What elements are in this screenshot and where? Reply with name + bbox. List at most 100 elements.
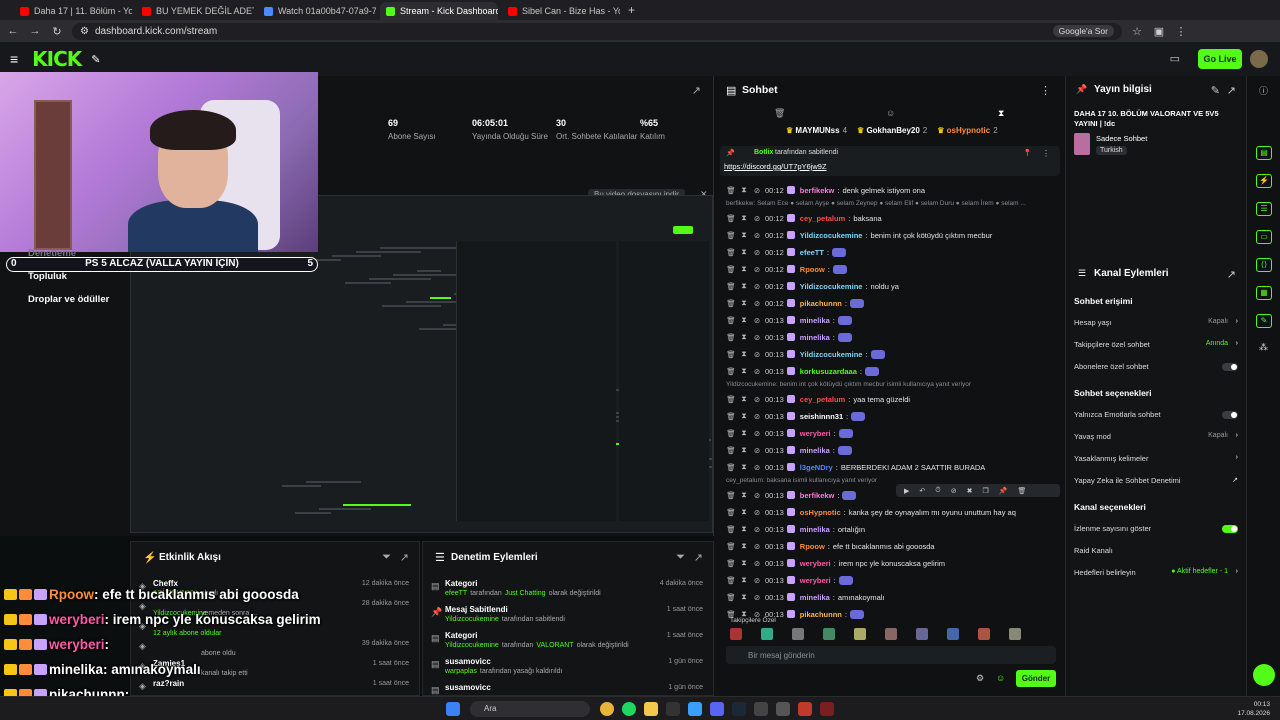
ban-icon[interactable]: ⊘ [752,282,762,291]
timeout-icon[interactable]: ⧗ [739,332,749,342]
app-icon[interactable] [688,702,702,716]
chrome-icon[interactable] [600,702,614,716]
emoji-icon[interactable]: ☺ [996,673,1005,683]
message-user[interactable]: Rpoow [800,542,825,551]
emote-icon[interactable]: ☺ [886,108,895,118]
new-tab-icon[interactable]: + [628,3,635,17]
timeout-icon[interactable]: ⧗ [739,411,749,421]
delete-icon[interactable]: ✖ [967,487,973,495]
setting-toggle[interactable] [1222,363,1238,371]
browser-tab[interactable]: Stream - Kick Dashboard× [380,2,498,20]
message-user[interactable]: Yildizcocukemine [800,231,863,240]
emote-icon[interactable] [978,628,990,640]
top-gifter[interactable]: ♛ MAYMUNss 4 [786,126,847,135]
rail-grid-icon[interactable]: ▦ [1256,286,1272,300]
message-user[interactable]: efeeTT [800,248,824,257]
emote-icon[interactable] [792,628,804,640]
obs-icon[interactable] [820,702,834,716]
setting-row[interactable]: Hedefleri belirleyin ● Aktif hedefler - 1… [1074,568,1238,582]
message-user[interactable]: pikachunnn [800,299,842,308]
ban-icon[interactable]: ⊘ [752,593,762,602]
ban-icon[interactable]: ⊘ [752,429,762,438]
timeout-icon[interactable]: ⧗ [739,315,749,325]
message-user[interactable]: minelika [800,525,830,534]
chevron-right-icon[interactable]: › [1236,568,1238,575]
moderation-row[interactable]: ▤ susamovicc warpaplas tarafından yasağı ka… [423,654,713,680]
popout-icon[interactable]: ↗ [1227,84,1236,97]
trash-icon[interactable]: 🗑 [726,282,736,291]
category-name[interactable]: Sadece Sohbet [1096,134,1147,143]
rail-message-icon[interactable]: ▭ [1256,230,1272,244]
setting-row[interactable]: Yapay Zeka ile Sohbet Denetimi ↗ [1074,476,1238,490]
explorer-icon[interactable] [644,702,658,716]
timeout-icon[interactable]: ⧗ [739,445,749,455]
message-user[interactable]: weryberi [800,429,831,438]
trash-icon[interactable]: 🗑 [726,508,736,517]
setting-row[interactable]: Yalnızca Emotlarla sohbet [1074,410,1238,424]
hourglass-icon[interactable]: ⧗ [998,108,1004,119]
send-button[interactable]: Gönder [1016,670,1056,687]
kick-logo[interactable]: KICK [32,47,82,71]
chat-message[interactable]: 🗑 ⧗ ⊘ 00:13 Yildizcocukemine: [726,346,885,362]
app-icon[interactable] [754,702,768,716]
external-link-icon[interactable]: ↗ [1232,476,1238,484]
copy-icon[interactable]: ❐ [982,487,988,495]
emote-icon[interactable] [947,628,959,640]
timeout-icon[interactable]: ⧗ [739,428,749,438]
trash-icon[interactable]: 🗑 [726,429,736,438]
setting-row[interactable]: Yavaş mod Kapalı › [1074,432,1238,446]
trash-icon[interactable]: 🗑 [726,491,736,500]
trash-icon[interactable]: 🗑 [726,186,736,195]
timeout-icon[interactable]: ⧗ [739,524,749,534]
site-info-icon[interactable]: ⚙ [80,26,89,37]
timeout-icon[interactable]: ⧗ [739,575,749,585]
popout-icon[interactable]: ↗ [692,84,701,97]
trash-icon[interactable]: 🗑 [726,333,736,342]
trash-icon[interactable]: 🗑 [726,525,736,534]
timeout-icon[interactable]: ⧗ [739,213,749,223]
rail-chat-icon[interactable]: ▤ [1256,146,1272,160]
browser-tab[interactable]: Watch 01a00b47-07a9-74d5-8...× [258,2,376,20]
chat-message[interactable]: 🗑 ⧗ ⊘ 00:13 minelika: [726,329,852,345]
ban-icon[interactable]: ⊘ [752,265,762,274]
chat-message[interactable]: 🗑 ⧗ ⊘ 00:13 minelika: [726,312,852,328]
timeout-icon[interactable]: ⧗ [739,185,749,195]
chevron-right-icon[interactable]: › [1236,432,1238,439]
timeout-icon[interactable]: ⧗ [739,349,749,359]
steam-icon[interactable] [732,702,746,716]
ban-icon[interactable]: ⊘ [752,559,762,568]
chat-message[interactable]: 🗑 ⧗ ⊘ 00:12 berfikekw: denk gelmek istiyom on… [726,182,925,198]
avatar[interactable] [1250,50,1268,68]
ban-icon[interactable]: ⊘ [752,231,762,240]
emote-icon[interactable] [854,628,866,640]
chat-message[interactable]: 🗑 ⧗ ⊘ 00:12 cey_petalum: baksana [726,210,881,226]
chat-menu-icon[interactable]: ⋮ [1040,84,1051,97]
spotify-icon[interactable] [622,702,636,716]
timeout-icon[interactable]: ⧗ [739,507,749,517]
ban-icon[interactable]: ⊘ [951,487,957,495]
message-user[interactable]: cey_petalum [800,395,845,404]
message-user[interactable]: Yildizcocukemine [800,350,863,359]
trash-icon[interactable]: 🗑 [726,412,736,421]
trash-icon[interactable]: 🗑 [726,214,736,223]
info-icon[interactable]: ⓘ [1259,84,1268,97]
trash-icon[interactable]: 🗑 [726,231,736,240]
message-user[interactable]: Yildizcocukemine [800,282,863,291]
chat-message[interactable]: 🗑 ⧗ ⊘ 00:13 cey_petalum: yaa tema güzeldi [726,391,910,407]
chat-message[interactable]: 🗑 ⧗ ⊘ 00:13 minelika: ortalığın [726,521,865,537]
timeout-icon[interactable]: ⧗ [739,394,749,404]
trash-icon[interactable]: 🗑 [726,593,736,602]
message-user[interactable]: Rpoow [800,265,825,274]
chat-message[interactable]: 🗑 ⧗ ⊘ 00:12 Yildizcocukemine: benim int çok k… [726,227,992,243]
ban-icon[interactable]: ⊘ [752,446,762,455]
hamburger-icon[interactable]: ≡ [10,51,18,67]
chevron-right-icon[interactable]: › [1236,454,1238,461]
message-user[interactable]: berfikekw [800,491,835,500]
rail-code-icon[interactable]: ⟨⟩ [1256,258,1272,272]
emote-icon[interactable] [761,628,773,640]
pinned-link[interactable]: https://discord.gg/UT7pY6jw9Z [724,162,827,171]
timeout-icon[interactable]: ⧗ [739,230,749,240]
trash-icon[interactable]: 🗑 [726,559,736,568]
message-user[interactable]: seishinnn31 [800,412,843,421]
chat-input[interactable]: Bir mesaj gönderin [726,646,1056,664]
